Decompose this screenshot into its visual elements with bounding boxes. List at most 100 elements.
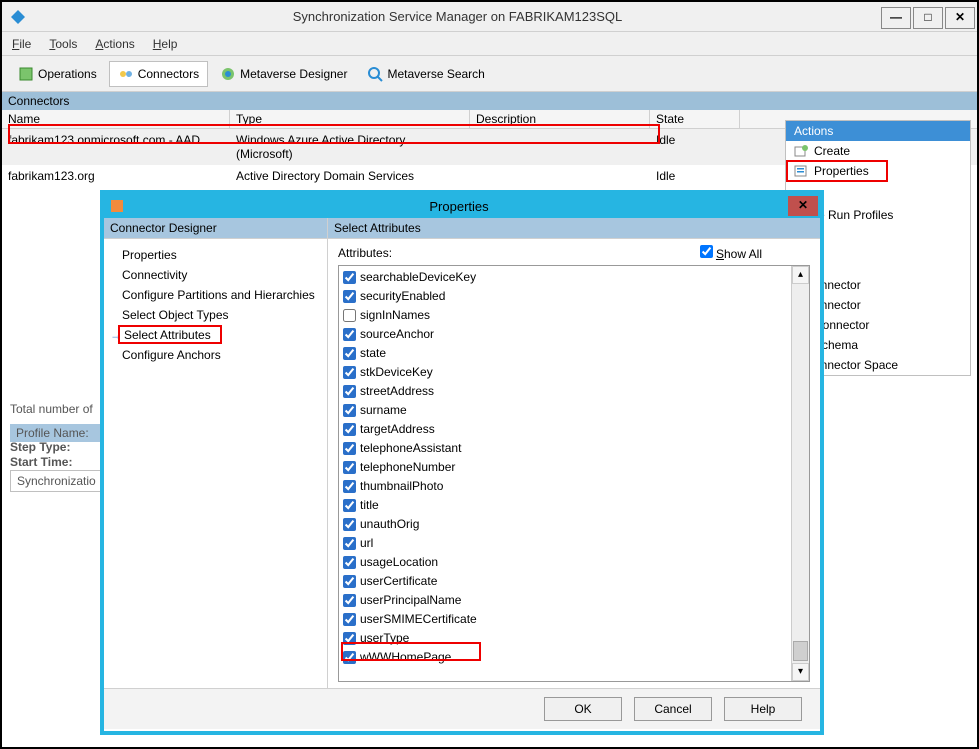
attribute-checkbox[interactable] <box>343 404 356 417</box>
attribute-item[interactable]: sourceAnchor <box>343 325 787 344</box>
dialog-icon <box>110 199 124 213</box>
scrollbar[interactable]: ▴ ▾ <box>791 266 809 681</box>
show-all-checkbox[interactable]: Show All <box>700 245 762 261</box>
attribute-label: signInNames <box>360 307 430 324</box>
cancel-button[interactable]: Cancel <box>634 697 712 721</box>
attribute-item[interactable]: usageLocation <box>343 553 787 572</box>
properties-dialog: Properties ✕ Connector Designer Properti… <box>100 190 824 735</box>
attribute-label: userType <box>360 630 409 647</box>
attribute-checkbox[interactable] <box>343 480 356 493</box>
attribute-label: telephoneAssistant <box>360 440 461 457</box>
total-label: Total number of <box>10 402 93 416</box>
nav-select-attributes[interactable]: →Select Attributes <box>106 325 327 345</box>
mv-search-icon <box>367 66 383 82</box>
attribute-checkbox[interactable] <box>343 461 356 474</box>
tab-connectors[interactable]: Connectors <box>109 61 208 87</box>
attribute-label: searchableDeviceKey <box>360 269 476 286</box>
arrow-icon: → <box>110 328 122 342</box>
attribute-checkbox[interactable] <box>343 613 356 626</box>
nav-properties[interactable]: Properties <box>118 245 327 265</box>
attribute-checkbox[interactable] <box>343 290 356 303</box>
menu-actions[interactable]: Actions <box>95 37 134 51</box>
attribute-checkbox[interactable] <box>343 271 356 284</box>
attribute-label: wWWHomePage <box>360 649 451 666</box>
create-icon <box>794 144 808 158</box>
nav-configure-anchors[interactable]: Configure Anchors <box>118 345 327 365</box>
attribute-item[interactable]: telephoneNumber <box>343 458 787 477</box>
titlebar: Synchronization Service Manager on FABRI… <box>2 2 977 32</box>
attribute-checkbox[interactable] <box>343 423 356 436</box>
attribute-item[interactable]: securityEnabled <box>343 287 787 306</box>
attribute-item[interactable]: stkDeviceKey <box>343 363 787 382</box>
attribute-label: userPrincipalName <box>360 592 461 609</box>
attribute-item[interactable]: userCertificate <box>343 572 787 591</box>
attribute-item[interactable]: title <box>343 496 787 515</box>
action-properties[interactable]: Properties <box>786 161 970 181</box>
scroll-down-button[interactable]: ▾ <box>792 663 809 681</box>
attributes-list[interactable]: searchableDeviceKeysecurityEnabledsignIn… <box>339 266 791 681</box>
connectors-icon <box>118 66 134 82</box>
attribute-item[interactable]: streetAddress <box>343 382 787 401</box>
scroll-thumb[interactable] <box>793 641 808 661</box>
col-description[interactable]: Description <box>470 110 650 128</box>
tab-metaverse-designer[interactable]: Metaverse Designer <box>212 62 355 86</box>
attribute-checkbox[interactable] <box>343 328 356 341</box>
attribute-label: targetAddress <box>360 421 435 438</box>
attribute-checkbox[interactable] <box>343 499 356 512</box>
connectors-header: Connectors <box>2 92 977 110</box>
nav-partitions[interactable]: Configure Partitions and Hierarchies <box>118 285 327 305</box>
col-state[interactable]: State <box>650 110 740 128</box>
dialog-close-button[interactable]: ✕ <box>788 196 818 216</box>
attribute-item[interactable]: userType <box>343 629 787 648</box>
menu-file[interactable]: File <box>12 37 31 51</box>
attribute-checkbox[interactable] <box>343 347 356 360</box>
menu-tools[interactable]: Tools <box>49 37 77 51</box>
attribute-checkbox[interactable] <box>343 518 356 531</box>
attribute-item[interactable]: thumbnailPhoto <box>343 477 787 496</box>
attribute-checkbox[interactable] <box>343 537 356 550</box>
attribute-item[interactable]: targetAddress <box>343 420 787 439</box>
scroll-up-button[interactable]: ▴ <box>792 266 809 284</box>
help-button[interactable]: Help <box>724 697 802 721</box>
attribute-checkbox[interactable] <box>343 385 356 398</box>
attribute-checkbox[interactable] <box>343 309 356 322</box>
properties-icon <box>794 164 808 178</box>
attribute-checkbox[interactable] <box>343 651 356 664</box>
attribute-checkbox[interactable] <box>343 366 356 379</box>
action-create[interactable]: Create <box>786 141 970 161</box>
window-title: Synchronization Service Manager on FABRI… <box>34 9 881 24</box>
attribute-checkbox[interactable] <box>343 594 356 607</box>
left-pane-header: Connector Designer <box>104 218 327 239</box>
attribute-item[interactable]: searchableDeviceKey <box>343 268 787 287</box>
attribute-checkbox[interactable] <box>343 632 356 645</box>
tab-operations[interactable]: Operations <box>10 62 105 86</box>
nav-connectivity[interactable]: Connectivity <box>118 265 327 285</box>
attribute-item[interactable]: userPrincipalName <box>343 591 787 610</box>
attribute-item[interactable]: state <box>343 344 787 363</box>
attribute-label: url <box>360 535 373 552</box>
maximize-button[interactable]: □ <box>913 7 943 29</box>
attribute-label: stkDeviceKey <box>360 364 433 381</box>
minimize-button[interactable]: — <box>881 7 911 29</box>
col-name[interactable]: Name <box>2 110 230 128</box>
attribute-label: userCertificate <box>360 573 437 590</box>
attribute-item[interactable]: surname <box>343 401 787 420</box>
attribute-checkbox[interactable] <box>343 575 356 588</box>
attribute-checkbox[interactable] <box>343 442 356 455</box>
tab-metaverse-search[interactable]: Metaverse Search <box>359 62 492 86</box>
start-time-label: Start Time: <box>10 455 72 469</box>
attribute-item[interactable]: signInNames <box>343 306 787 325</box>
dialog-titlebar: Properties ✕ <box>104 194 820 218</box>
menubar: File Tools Actions Help <box>2 32 977 56</box>
nav-object-types[interactable]: Select Object Types <box>118 305 327 325</box>
attribute-item[interactable]: url <box>343 534 787 553</box>
attribute-item[interactable]: wWWHomePage <box>343 648 787 667</box>
close-button[interactable]: ✕ <box>945 7 975 29</box>
menu-help[interactable]: Help <box>153 37 178 51</box>
attribute-item[interactable]: userSMIMECertificate <box>343 610 787 629</box>
col-type[interactable]: Type <box>230 110 470 128</box>
attribute-checkbox[interactable] <box>343 556 356 569</box>
attribute-item[interactable]: telephoneAssistant <box>343 439 787 458</box>
ok-button[interactable]: OK <box>544 697 622 721</box>
attribute-item[interactable]: unauthOrig <box>343 515 787 534</box>
